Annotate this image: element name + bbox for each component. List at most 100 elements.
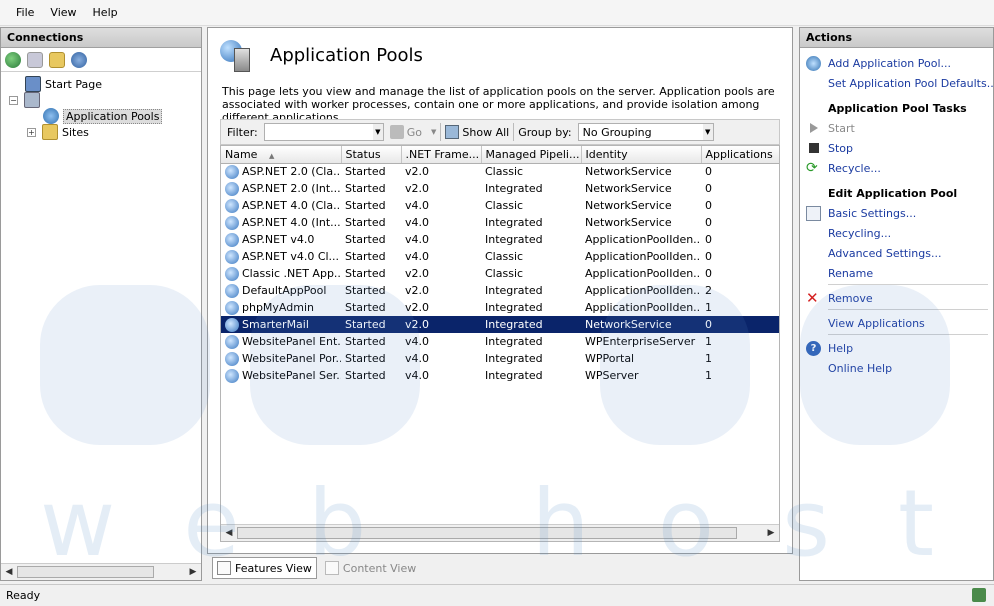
cell-net: v4.0	[405, 250, 430, 263]
table-row[interactable]: ASP.NET 4.0 (Cla... Started v4.0 Classic Net…	[221, 197, 779, 214]
tree-label: Application Pools	[63, 108, 163, 124]
column-header-status[interactable]: Status	[341, 146, 402, 164]
table-row[interactable]: ASP.NET v4.0 Started v4.0 Integrated Applica…	[221, 231, 779, 248]
table-row[interactable]: ASP.NET 2.0 (Cla... Started v2.0 Classic Net…	[221, 163, 779, 180]
actions-divider	[828, 284, 988, 285]
menu-file[interactable]: File	[8, 6, 42, 19]
column-header-net-framework[interactable]: .NET Frame...	[401, 146, 482, 164]
show-all-button[interactable]: Show All	[445, 125, 509, 139]
go-button[interactable]: Go ▼	[389, 125, 436, 139]
group-by-value: No Grouping	[582, 126, 652, 139]
group-by-dropdown-icon[interactable]: ▼	[702, 124, 713, 140]
table-row[interactable]: DefaultAppPool Started v2.0 Integrated Appli…	[221, 282, 779, 299]
action-label: Help	[828, 341, 854, 355]
disconnect-icon[interactable]	[71, 51, 87, 68]
start-page-icon	[25, 76, 41, 92]
app-pool-icon	[225, 181, 239, 196]
recycle-action[interactable]: ⟳ Recycle...	[800, 159, 994, 177]
section-label: Application Pool Tasks	[828, 101, 967, 115]
table-row[interactable]: ASP.NET 4.0 (Int... Started v4.0 Integrated…	[221, 214, 779, 231]
cell-apps: 1	[705, 335, 712, 348]
column-header-pipeline[interactable]: Managed Pipeli...	[481, 146, 582, 164]
advanced-settings-action[interactable]: Advanced Settings...	[800, 244, 994, 262]
cell-net: v2.0	[405, 182, 430, 195]
pool-name: ASP.NET 2.0 (Int...	[242, 182, 341, 195]
tab-features-view[interactable]: Features View	[212, 557, 317, 579]
action-label: View Applications	[828, 316, 925, 330]
add-app-pool-action[interactable]: Add Application Pool...	[800, 54, 994, 72]
tree-application-pools[interactable]: Application Pools	[1, 108, 201, 124]
scroll-thumb[interactable]	[17, 566, 154, 578]
scroll-thumb[interactable]	[237, 527, 737, 539]
table-row[interactable]: SmarterMail Started v2.0 Integrated NetworkS…	[221, 316, 779, 333]
scroll-left-icon[interactable]: ◀	[221, 525, 237, 541]
collapse-toggle[interactable]: −	[9, 95, 18, 105]
action-label: Set Application Pool Defaults...	[828, 76, 994, 90]
set-defaults-action[interactable]: Set Application Pool Defaults...	[800, 74, 994, 92]
action-label: Remove	[828, 291, 873, 305]
pool-name: WebsitePanel Por...	[242, 352, 341, 365]
name-cell-content: WebsitePanel Ent...	[225, 334, 341, 349]
recycling-action[interactable]: Recycling...	[800, 224, 994, 242]
cell-pipeline: Classic	[485, 267, 524, 280]
app-pool-icon	[225, 317, 239, 332]
filter-label: Filter:	[227, 125, 258, 139]
tree-server[interactable]: −	[1, 92, 201, 108]
table-row[interactable]: Classic .NET App... Started v2.0 Classic App…	[221, 265, 779, 282]
tab-content-view[interactable]: Content View	[321, 557, 420, 579]
table-row[interactable]: WebsitePanel Por... Started v4.0 Integrated…	[221, 350, 779, 367]
table-row[interactable]: WebsitePanel Ser... Started v4.0 Integrated…	[221, 367, 779, 384]
help-action[interactable]: ? Help	[800, 339, 994, 357]
menu-help[interactable]: Help	[85, 6, 126, 19]
go-dropdown-icon[interactable]: ▼	[431, 128, 436, 136]
cell-name: ASP.NET 4.0 (Int...	[221, 214, 341, 231]
scroll-right-icon[interactable]: ▶	[185, 564, 201, 580]
scroll-right-icon[interactable]: ▶	[763, 525, 779, 541]
pool-name: ASP.NET 4.0 (Cla...	[242, 199, 341, 212]
filter-input[interactable]: ▼	[263, 123, 384, 141]
basic-settings-action[interactable]: Basic Settings...	[800, 204, 994, 222]
cell-apps: 0	[705, 199, 712, 212]
cell-status: Started	[345, 284, 386, 297]
table-row[interactable]: ASP.NET 2.0 (Int... Started v2.0 Integrated…	[221, 180, 779, 197]
rename-action[interactable]: Rename	[800, 264, 994, 282]
pool-name: DefaultAppPool	[242, 284, 327, 297]
up-folder-icon[interactable]	[49, 51, 65, 68]
stop-action[interactable]: Stop	[800, 139, 994, 157]
grid-scrollbar[interactable]: ◀ ▶	[221, 524, 779, 541]
online-help-action[interactable]: Online Help	[800, 359, 994, 377]
table-row[interactable]: WebsitePanel Ent... Started v4.0 Integrated…	[221, 333, 779, 350]
cell-net: v4.0	[405, 352, 430, 365]
tree-sites[interactable]: + Sites	[1, 124, 201, 140]
column-header-applications[interactable]: Applications	[701, 146, 779, 164]
menu-view[interactable]: View	[42, 6, 84, 19]
cell-apps: 0	[701, 316, 779, 333]
connect-icon[interactable]	[5, 51, 21, 68]
action-label: Recycle...	[828, 161, 881, 175]
group-by-select[interactable]: No Grouping ▼	[577, 123, 714, 141]
connections-pane: Connections Start Page − Application Poo…	[0, 27, 202, 581]
settings-page-icon	[806, 205, 821, 221]
column-header-identity[interactable]: Identity	[581, 146, 702, 164]
filter-dropdown-icon[interactable]: ▼	[372, 124, 383, 140]
remove-action[interactable]: ✕ Remove	[800, 289, 994, 307]
scroll-left-icon[interactable]: ◀	[1, 564, 17, 580]
name-cell-content: ASP.NET v4.0 Cl...	[225, 249, 341, 264]
cell-pipeline: Integrated	[485, 352, 543, 365]
table-row[interactable]: phpMyAdmin Started v2.0 Integrated Applicati…	[221, 299, 779, 316]
start-action[interactable]: Start	[800, 119, 994, 137]
connections-scrollbar[interactable]: ◀ ▶	[1, 563, 201, 580]
save-icon[interactable]	[27, 51, 43, 68]
cell-status: Started	[345, 233, 386, 246]
column-header-name[interactable]: Name ▲	[221, 146, 342, 164]
action-label: Stop	[828, 141, 854, 155]
view-applications-action[interactable]: View Applications	[800, 314, 994, 332]
table-row[interactable]: ASP.NET v4.0 Cl... Started v4.0 Classic Appl…	[221, 248, 779, 265]
expand-toggle[interactable]: +	[27, 127, 36, 137]
cell-apps: 0	[705, 182, 712, 195]
cell-name: phpMyAdmin	[221, 299, 341, 316]
cell-apps: 0	[705, 233, 712, 246]
actions-title: Actions	[800, 28, 993, 48]
tree-start-page[interactable]: Start Page	[1, 76, 201, 92]
name-cell-content: ASP.NET 4.0 (Int...	[225, 215, 341, 230]
